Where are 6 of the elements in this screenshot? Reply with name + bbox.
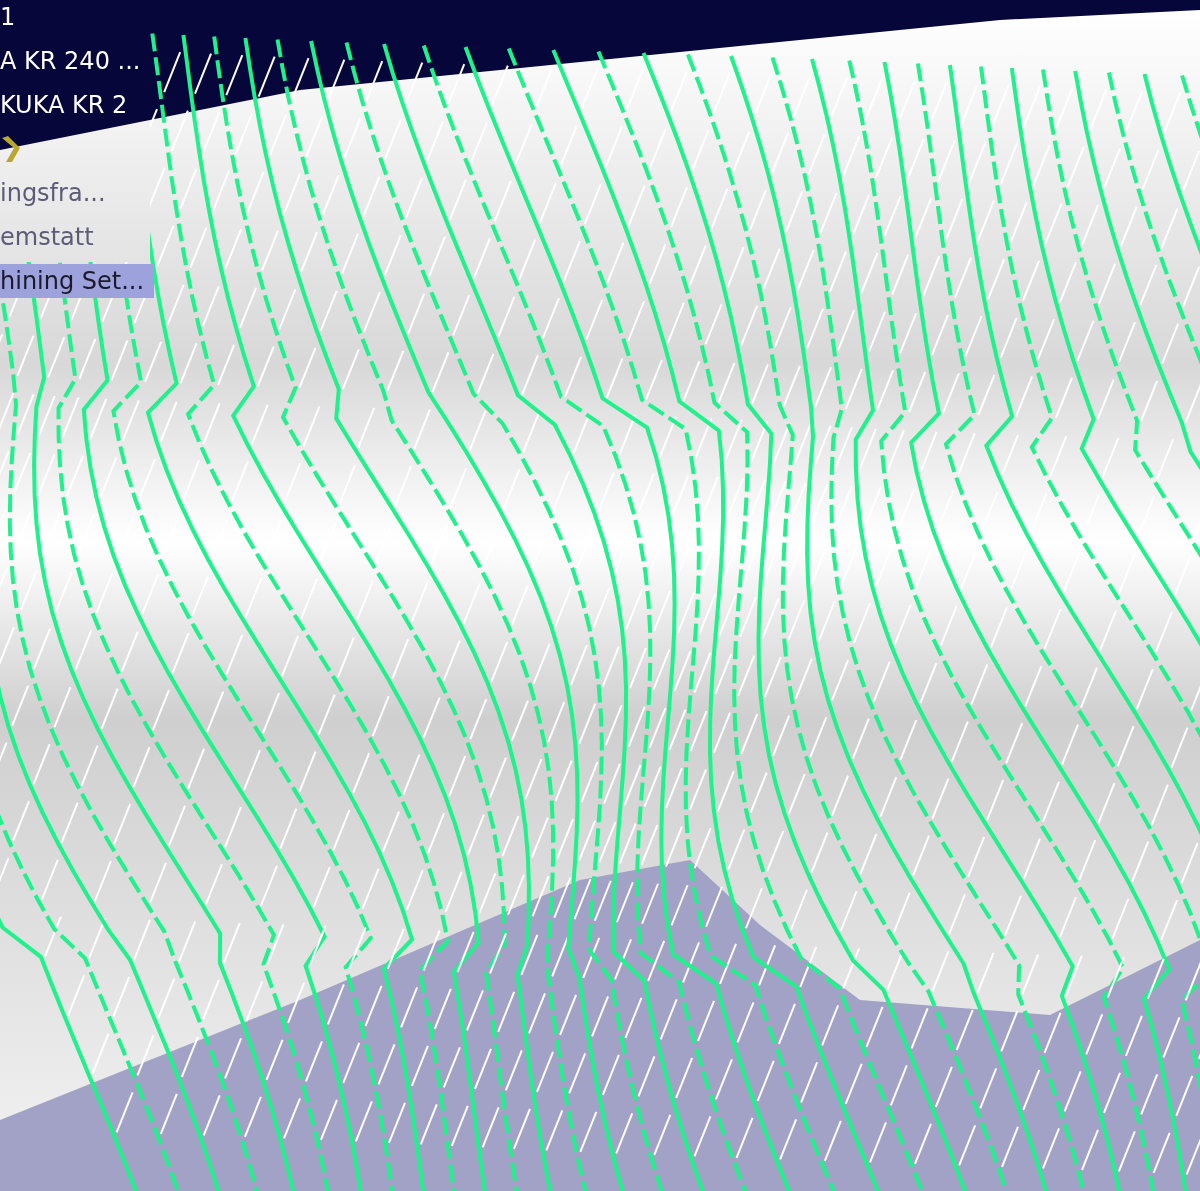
tree-item[interactable]: A KR 240 ... xyxy=(0,44,149,78)
tree-item[interactable]: 1 xyxy=(0,0,24,34)
tree-item[interactable]: hining Set... xyxy=(0,264,155,298)
tree-item[interactable]: ingsfra... xyxy=(0,176,114,210)
tree-item[interactable]: KUKA KR 2 xyxy=(0,88,136,122)
tree-item[interactable]: emstatt xyxy=(0,220,102,254)
